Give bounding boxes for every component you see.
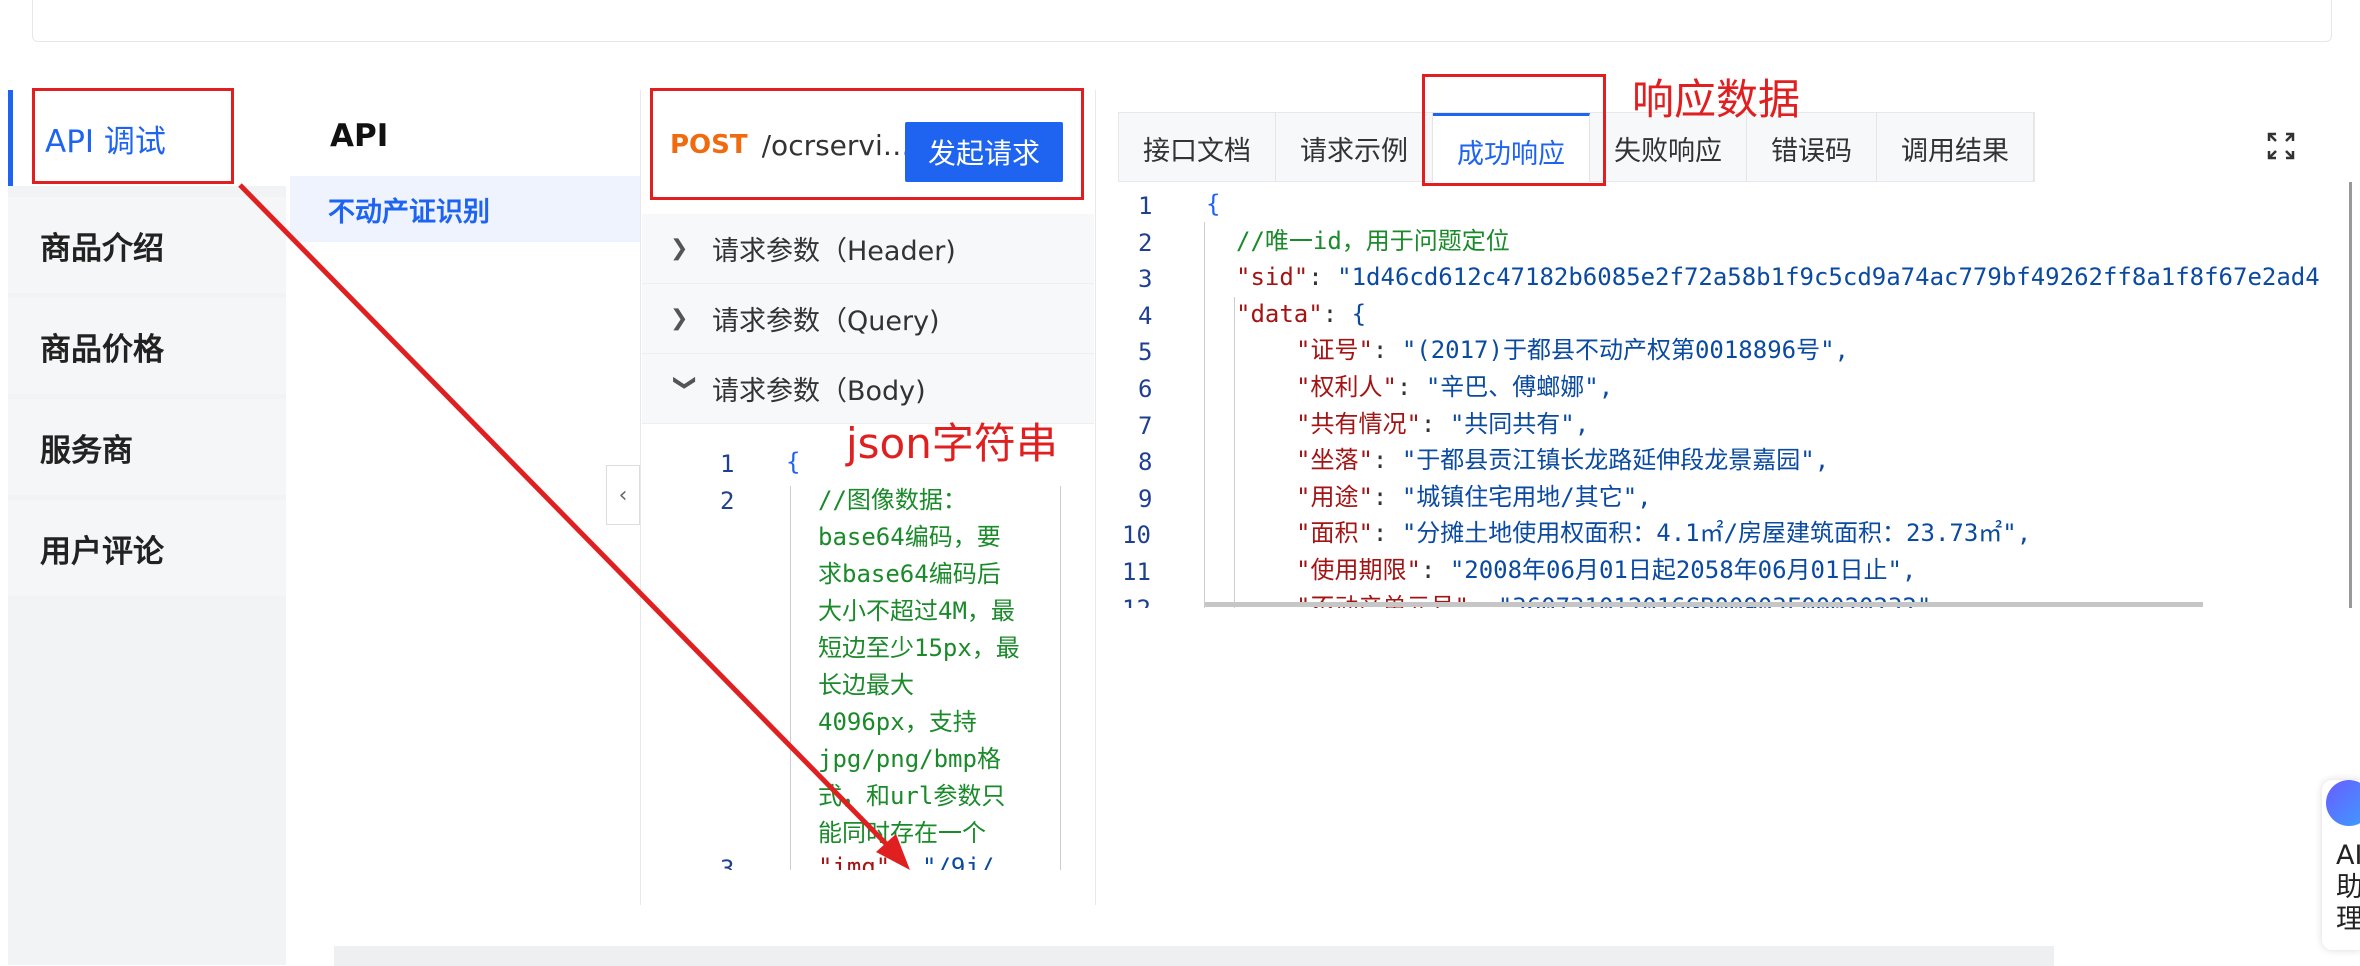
line-number: 1 <box>720 450 735 478</box>
nav-item-label: 商品价格 <box>40 331 164 368</box>
line-number: 1 <box>1138 192 1153 220</box>
code-line: "data": { <box>1236 299 1367 328</box>
body-comment: //图像数据： base64编码，要 求base64编码后 大小不超过4M，最 … <box>818 486 1020 847</box>
top-section-card <box>32 0 2332 42</box>
annotation-response-label: 响应数据 <box>1632 75 1801 124</box>
api-item-realestate[interactable]: 不动产证识别 <box>290 176 640 242</box>
nav-item-label: 用户评论 <box>40 533 164 570</box>
param-label: 请求参数（Query) <box>712 306 940 337</box>
line-number: 2 <box>720 487 735 515</box>
code-line: { <box>1206 190 1221 218</box>
line-number: 10 <box>1122 521 1151 550</box>
horizontal-scrollbar[interactable] <box>1205 602 2203 607</box>
nav-item-product-price[interactable]: 商品价格 <box>8 298 286 394</box>
fullscreen-icon[interactable] <box>2265 130 2297 162</box>
nav-item-product-intro[interactable]: 商品介绍 <box>8 197 286 293</box>
code-key: "img" <box>818 853 891 870</box>
nav-item-user-reviews[interactable]: 用户评论 <box>8 500 286 596</box>
nav-item-label: 商品介绍 <box>40 230 164 267</box>
line-number: 4 <box>1138 301 1153 330</box>
line-number: 6 <box>1138 375 1153 403</box>
chevron-right-icon: ❯ <box>670 236 689 261</box>
line-number: 3 <box>720 855 735 870</box>
code-brace: { <box>786 448 801 476</box>
code-line: "sid": "1d46cd612c47182b6085e2f72a58b1f9… <box>1236 263 2320 292</box>
param-query-row[interactable]: ❯ 请求参数（Query) <box>642 284 1094 354</box>
code-line: "面积": "分摊土地使用权面积：4.1㎡/房屋建筑面积：23.73㎡", <box>1296 519 2032 548</box>
tab-call-results[interactable]: 调用结果 <box>1877 113 2034 183</box>
ai-assistant-label: AI助理 <box>2336 840 2360 935</box>
response-code-viewer[interactable]: 123456789101112 {//唯一id，用于问题定位"sid": "1d… <box>1110 182 2352 608</box>
code-line: "用途": "城镇住宅用地/其它", <box>1296 482 1652 511</box>
line-number: 8 <box>1138 448 1153 477</box>
code-value: "/9j/ <box>922 853 995 870</box>
code-line: "坐落": "于都县贡江镇长龙路延伸段龙景嘉园", <box>1296 446 1830 475</box>
param-label: 请求参数（Header) <box>712 236 956 267</box>
code-line: "共有情况": "共同共有", <box>1296 409 1590 438</box>
tab-api-doc[interactable]: 接口文档 <box>1119 113 1276 183</box>
param-label: 请求参数（Body) <box>712 376 926 407</box>
chevron-down-icon: ❯ <box>672 373 698 392</box>
line-number: 9 <box>1138 484 1153 513</box>
param-header-row[interactable]: ❯ 请求参数（Header) <box>642 214 1094 284</box>
line-number: 7 <box>1138 411 1153 440</box>
code-line: "证号": "(2017)于都县不动产权第0018896号", <box>1296 336 1849 365</box>
collapse-panel-button[interactable]: ‹ <box>606 465 640 525</box>
chevron-left-icon: ‹ <box>618 482 628 508</box>
nav-item-label: 服务商 <box>40 432 133 469</box>
line-number: 3 <box>1138 265 1153 294</box>
line-number: 5 <box>1138 338 1153 367</box>
chevron-right-icon: ❯ <box>670 306 689 331</box>
annotation-box-api-debug <box>32 88 234 184</box>
line-number: 2 <box>1138 228 1153 257</box>
api-list-title: API <box>330 118 389 154</box>
body-code-editor[interactable]: 1 2 3 { //图像数据： base64编码，要 求base64编码后 大小… <box>642 430 1094 870</box>
annotation-box-request-bar <box>650 88 1084 200</box>
annotation-box-success-tab <box>1422 74 1606 186</box>
tab-request-example[interactable]: 请求示例 <box>1276 113 1433 183</box>
code-line: "使用期限": "2008年06月01日起2058年06月01日止", <box>1296 556 1917 584</box>
nav-item-provider[interactable]: 服务商 <box>8 399 286 495</box>
code-line: "权利人": "辛巴、傅螂娜", <box>1296 373 1614 401</box>
code-line: //唯一id，用于问题定位 <box>1236 226 1510 255</box>
annotation-json-label: json字符串 <box>846 419 1058 468</box>
line-number: 12 <box>1122 595 1151 608</box>
bottom-bar <box>334 946 2054 966</box>
line-number: 11 <box>1122 558 1151 586</box>
